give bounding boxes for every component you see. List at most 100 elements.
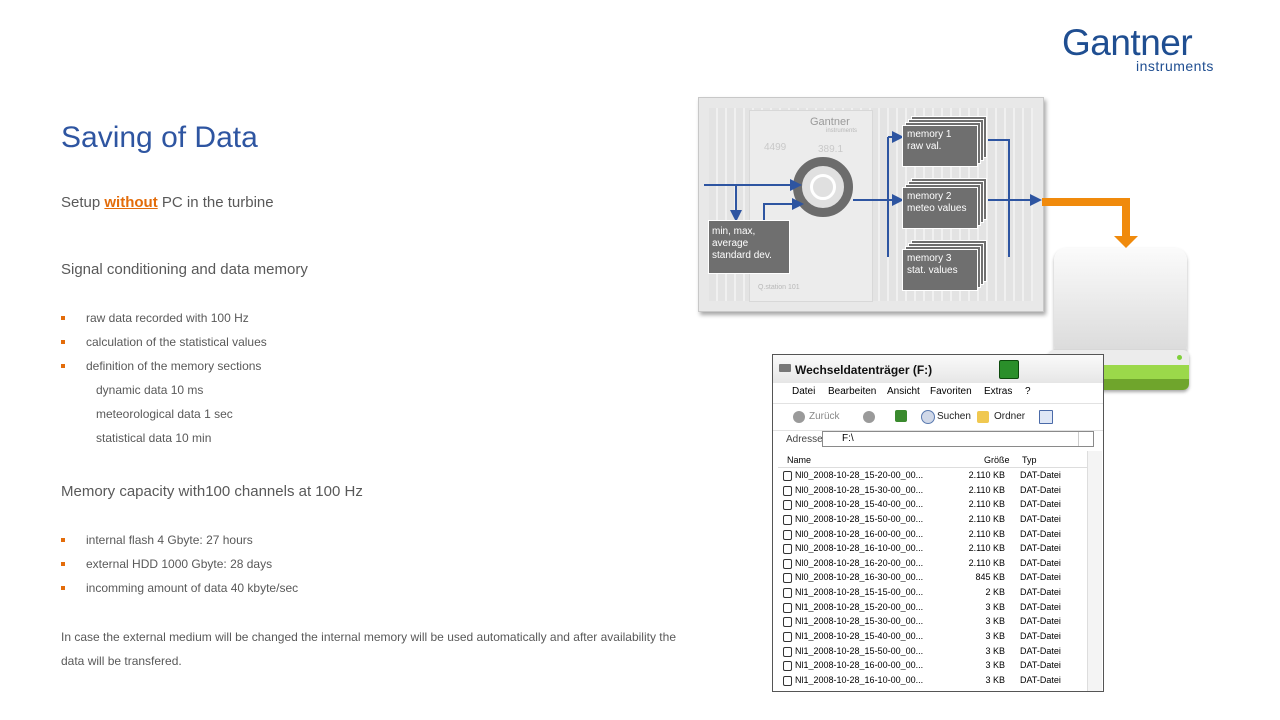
file-row[interactable]: Nl0_2008-10-28_15-40-00_00... 2.110 KB DAT… [778,498,1091,513]
menu-bearbeiten[interactable]: Bearbeiten [828,386,876,397]
section-heading-memory: Memory capacity with100 channels at 100 … [61,483,363,500]
file-name: Nl0_2008-10-28_16-00-00_00... [795,528,924,539]
file-icon [783,588,792,599]
file-name: Nl1_2008-10-28_15-30-00_00... [795,616,924,627]
file-icon [783,661,792,672]
setup-line: Setup without PC in the turbine [61,194,274,211]
file-row[interactable]: Nl1_2008-10-28_15-15-00_00... 2 KB DAT-Dat… [778,586,1091,601]
file-type: DAT-Datei [1020,484,1061,495]
file-name: Nl0_2008-10-28_15-40-00_00... [795,499,924,510]
file-icon [783,485,792,496]
address-bar: Adresse F:\ [773,429,1103,451]
column-header: Name Größe Typ [778,453,1091,468]
file-name: Nl0_2008-10-28_16-30-00_00... [795,572,924,583]
setup-emphasis: without [104,194,158,211]
file-type: DAT-Datei [1020,631,1061,642]
file-size: 2.110 KB [968,513,1005,524]
back-button[interactable]: Zurück [809,411,840,422]
file-name: Nl0_2008-10-28_16-20-00_00... [795,557,924,568]
file-row[interactable]: Nl1_2008-10-28_15-20-00_00... 3 KB DAT-Dat… [778,601,1091,616]
bullet-item: calculation of the statistical values [61,335,267,349]
memory-label: memory 2 [907,191,952,202]
file-type: DAT-Datei [1020,543,1061,554]
up-folder-icon[interactable] [895,410,907,422]
file-list: Nl0_2008-10-28_15-20-00_00... 2.110 KB DAT… [778,469,1091,689]
file-row[interactable]: Nl0_2008-10-28_16-10-00_00... 2.110 KB DAT… [778,542,1091,557]
file-row[interactable]: Nl0_2008-10-28_15-20-00_00... 2.110 KB DAT… [778,469,1091,484]
file-row[interactable]: Nl0_2008-10-28_16-20-00_00... 2.110 KB DAT… [778,557,1091,572]
bullet-item: external HDD 1000 Gbyte: 28 days [60,557,273,571]
file-icon [783,544,792,555]
toolbar: Zurück Suchen Ordner [773,403,1103,431]
section-heading-signal: Signal conditioning and data memory [61,261,308,278]
menu-bar: Datei Bearbeiten Ansicht Favoriten Extra… [773,383,1103,403]
chevron-down-icon[interactable] [1078,432,1093,446]
file-row[interactable]: Nl0_2008-10-28_16-30-00_00... 845 KB DAT-D… [778,571,1091,586]
file-size: 2.110 KB [968,557,1005,568]
file-row[interactable]: Nl1_2008-10-28_16-00-00_00... 3 KB DAT-Dat… [778,659,1091,674]
file-name: Nl1_2008-10-28_16-00-00_00... [795,660,924,671]
address-input[interactable]: F:\ [822,431,1094,447]
file-icon [783,514,792,525]
vertical-scrollbar[interactable] [1087,451,1102,691]
file-name: Nl1_2008-10-28_15-15-00_00... [795,587,924,598]
file-icon [783,675,792,686]
search-button[interactable]: Suchen [937,411,971,422]
file-size: 2.110 KB [968,484,1005,495]
setup-pre: Setup [61,194,105,211]
file-name: Nl1_2008-10-28_15-20-00_00... [795,601,924,612]
file-row[interactable]: Nl1_2008-10-28_15-40-00_00... 3 KB DAT-Dat… [778,630,1091,645]
file-icon [783,632,792,643]
file-size: 3 KB [985,631,1005,642]
column-name[interactable]: Name [787,455,811,465]
file-type: DAT-Datei [1020,557,1061,568]
file-row[interactable]: Nl0_2008-10-28_16-00-00_00... 2.110 KB DAT… [778,528,1091,543]
file-row[interactable]: Nl1_2008-10-28_15-50-00_00... 3 KB DAT-Dat… [778,645,1091,660]
file-icon [783,558,792,569]
menu-extras[interactable]: Extras [984,386,1012,397]
views-icon[interactable] [1039,410,1053,424]
file-name: Nl0_2008-10-28_15-20-00_00... [795,470,924,480]
address-value: F:\ [842,433,854,444]
file-size: 3 KB [985,660,1005,671]
column-size[interactable]: Größe [984,455,1010,465]
folder-icon[interactable] [977,411,989,423]
file-row[interactable]: Nl0_2008-10-28_15-30-00_00... 2.110 KB DAT… [778,484,1091,499]
file-size: 845 KB [975,572,1005,583]
file-icon [783,529,792,540]
memory-sublabel: stat. values [907,265,958,276]
forward-arrow-icon[interactable] [863,411,875,423]
file-type: DAT-Datei [1020,601,1061,612]
file-type: DAT-Datei [1020,513,1061,524]
file-size: 2.110 KB [968,543,1005,554]
bullet-item: incomming amount of data 40 kbyte/sec [60,581,299,595]
file-row[interactable]: Nl1_2008-10-28_16-10-00_00... 3 KB DAT-Dat… [778,674,1091,689]
stat-line: standard dev. [712,250,772,261]
menu-ansicht[interactable]: Ansicht [887,386,920,397]
menu-help[interactable]: ? [1025,386,1031,397]
file-row[interactable]: Nl1_2008-10-28_15-30-00_00... 3 KB DAT-Dat… [778,615,1091,630]
search-icon[interactable] [921,410,935,424]
explorer-titlebar[interactable]: Wechseldatenträger (F:) [773,355,1103,384]
hard-drive-led [1177,355,1182,360]
file-type: DAT-Datei [1020,660,1061,671]
folders-button[interactable]: Ordner [994,411,1025,422]
menu-favoriten[interactable]: Favoriten [930,386,972,397]
file-icon [783,573,792,584]
file-type: DAT-Datei [1020,528,1061,539]
hard-drive-icon [1054,248,1187,358]
file-type: DAT-Datei [1020,587,1061,598]
drive-icon [779,364,791,372]
menu-datei[interactable]: Datei [792,386,815,397]
file-type: DAT-Datei [1020,616,1061,627]
file-row[interactable]: Nl0_2008-10-28_15-50-00_00... 2.110 KB DAT… [778,513,1091,528]
logo-subtitle: instruments [1136,58,1214,74]
memory-sublabel: raw val. [907,141,942,152]
file-size: 2.110 KB [968,528,1005,539]
file-size: 3 KB [985,601,1005,612]
memory-1-box: memory 1 raw val. [902,125,978,167]
sub-item: meteorological data 1 sec [96,407,233,421]
column-type[interactable]: Typ [1022,455,1037,465]
back-arrow-icon[interactable] [793,411,805,423]
window-button[interactable] [999,360,1019,379]
